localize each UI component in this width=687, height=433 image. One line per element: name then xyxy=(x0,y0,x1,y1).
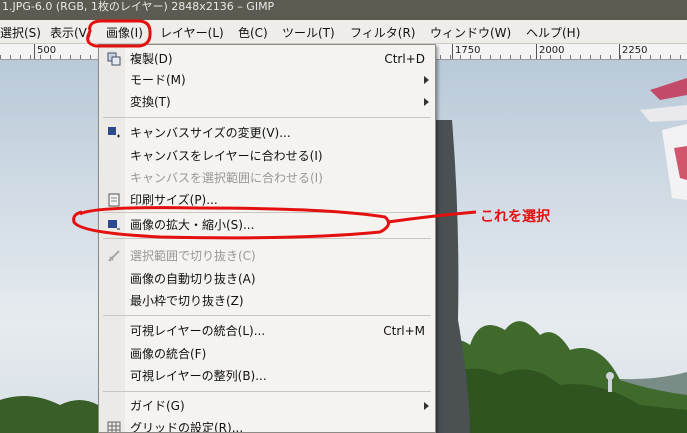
menu-separator xyxy=(103,238,431,239)
menu-tools[interactable]: ツール(T) xyxy=(282,24,335,42)
ruler-major-tick xyxy=(34,44,35,59)
ruler-major-tick xyxy=(619,44,620,59)
ruler-major-tick xyxy=(536,44,537,59)
menu-separator xyxy=(103,212,431,213)
menu-item-guides[interactable]: ガイド(G) xyxy=(130,396,185,416)
menu-layer[interactable]: レイヤー(L) xyxy=(160,24,224,42)
menu-select[interactable]: 選択(S) xyxy=(0,24,41,42)
print-size-icon xyxy=(108,193,120,207)
menu-item-mode[interactable]: モード(M) xyxy=(130,70,186,90)
ruler-label: 2250 xyxy=(622,45,648,56)
menu-item-fit-canvas-to-selection: キャンバスを選択範囲に合わせる(I) xyxy=(130,171,323,185)
menu-item-crop-to-selection: 選択範囲で切り抜き(C) xyxy=(130,249,256,263)
menu-item-duplicate[interactable]: 複製(D) xyxy=(130,49,173,69)
grid-icon xyxy=(107,421,121,432)
duplicate-icon xyxy=(107,52,121,66)
menu-view[interactable]: 表示(V) xyxy=(50,24,92,42)
window-title-bar: 1.JPG-6.0 (RGB, 1枚のレイヤー) 2848x2136 – GIM… xyxy=(0,0,687,20)
shortcut-merge-visible-layers: Ctrl+M xyxy=(383,324,425,338)
menu-image[interactable]: 画像(I) xyxy=(106,24,143,42)
scale-image-icon xyxy=(108,220,120,230)
menu-item-scale-image[interactable]: 画像の拡大・縮小(S)... xyxy=(130,215,254,235)
canvas-size-icon xyxy=(108,127,120,138)
menu-item-zealous-crop[interactable]: 最小枠で切り抜き(Z) xyxy=(130,291,244,311)
menu-item-fit-canvas-to-layers[interactable]: キャンバスをレイヤーに合わせる(I) xyxy=(130,146,323,166)
menu-item-align-visible-layers[interactable]: 可視レイヤーの整列(B)... xyxy=(130,366,267,386)
menu-help[interactable]: ヘルプ(H) xyxy=(526,24,580,42)
submenu-arrow-icon xyxy=(424,76,429,84)
menu-item-transform[interactable]: 変換(T) xyxy=(130,92,171,112)
menu-item-merge-visible-layers[interactable]: 可視レイヤーの統合(L)... xyxy=(130,321,265,341)
ruler-label: 2000 xyxy=(539,45,565,56)
menu-item-configure-grid[interactable]: グリッドの設定(R)... xyxy=(130,418,243,432)
submenu-arrow-icon xyxy=(424,98,429,106)
menu-bar: 選択(S) 表示(V) 画像(I) レイヤー(L) 色(C) ツール(T) フィ… xyxy=(0,20,687,44)
ruler-major-tick xyxy=(452,44,453,59)
menu-separator xyxy=(103,391,431,392)
crop-icon xyxy=(108,250,120,262)
menu-item-canvas-size[interactable]: キャンバスサイズの変更(V)... xyxy=(130,123,291,143)
menu-item-autocrop-image[interactable]: 画像の自動切り抜き(A) xyxy=(130,269,256,289)
menu-color[interactable]: 色(C) xyxy=(238,24,268,42)
menu-window[interactable]: ウィンドウ(W) xyxy=(430,24,511,42)
menu-separator xyxy=(103,117,431,118)
menu-separator xyxy=(103,315,431,316)
menu-item-print-size[interactable]: 印刷サイズ(P)... xyxy=(130,190,218,210)
image-menu-dropdown: 複製(D) Ctrl+D モード(M) 変換(T) キャンバスサイズの変更(V)… xyxy=(98,44,436,433)
ruler-label: 1750 xyxy=(455,45,481,56)
window-title: 1.JPG-6.0 (RGB, 1枚のレイヤー) 2848x2136 – GIM… xyxy=(2,0,275,13)
menu-item-flatten-image[interactable]: 画像の統合(F) xyxy=(130,344,206,364)
menu-filters[interactable]: フィルタ(R) xyxy=(350,24,415,42)
ruler-label: 500 xyxy=(37,45,57,56)
shortcut-duplicate: Ctrl+D xyxy=(384,52,425,66)
annotation-label: これを選択 xyxy=(480,209,550,225)
submenu-arrow-icon xyxy=(424,402,429,410)
